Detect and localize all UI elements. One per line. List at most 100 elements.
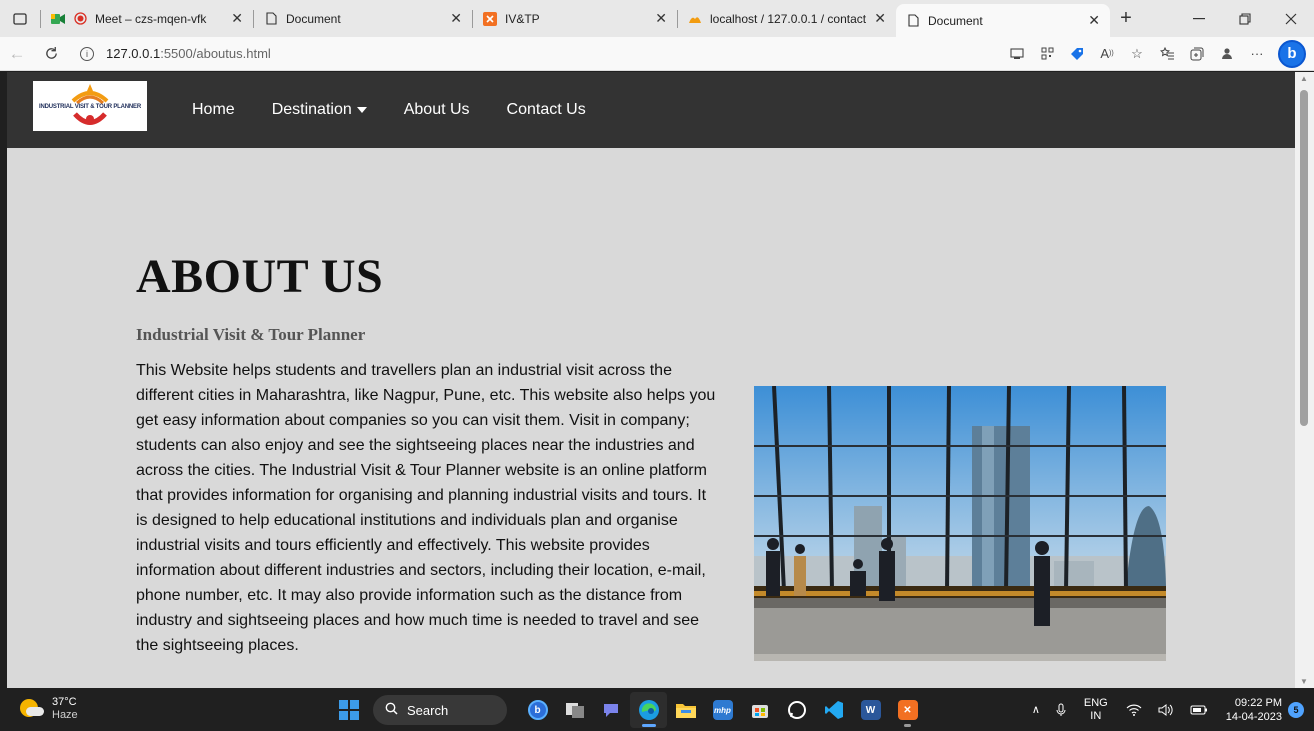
- tab-phpmyadmin[interactable]: localhost / 127.0.0.1 / contact ✕: [678, 0, 896, 37]
- task-view-icon: [565, 703, 584, 718]
- store-icon: [751, 705, 768, 718]
- bing-copilot-icon[interactable]: b: [1278, 39, 1306, 68]
- refresh-icon[interactable]: [34, 37, 68, 71]
- meet-icon: [51, 12, 65, 26]
- mobile-app-icon: mhp: [712, 700, 733, 720]
- file-explorer-app[interactable]: [667, 692, 704, 728]
- tab-document-1[interactable]: Document ✕: [254, 0, 472, 37]
- language-indicator[interactable]: ENG IN: [1084, 697, 1108, 723]
- add-favorite-icon[interactable]: ☆: [1122, 37, 1152, 71]
- tab-meet[interactable]: Meet – czs-mqen-vfk ✕: [41, 0, 253, 37]
- word-app[interactable]: W: [852, 692, 889, 728]
- nav-about-link[interactable]: About Us: [404, 101, 470, 119]
- search-label: Search: [407, 702, 449, 718]
- weather-haze-icon: [20, 699, 44, 719]
- collections-icon[interactable]: [1182, 37, 1212, 71]
- tab-document-active[interactable]: Document ✕: [896, 4, 1110, 37]
- running-indicator: [904, 724, 911, 727]
- phpmyadmin-icon: [688, 12, 702, 26]
- close-window-icon[interactable]: [1268, 0, 1314, 37]
- site-info-icon[interactable]: i: [80, 46, 94, 61]
- weather-widget[interactable]: 37°C Haze: [20, 696, 78, 722]
- recording-icon: [73, 12, 87, 26]
- edge-app[interactable]: [630, 692, 667, 728]
- nav-destination-dropdown[interactable]: Destination: [272, 101, 367, 119]
- about-subtitle: Industrial Visit & Tour Planner: [136, 325, 366, 344]
- profile-icon[interactable]: [1212, 37, 1242, 71]
- windows-taskbar: 37°C Haze Search b mhp W ✕ ∧ ENG IN 09:2…: [0, 688, 1314, 731]
- read-aloud-icon[interactable]: A)): [1092, 37, 1122, 71]
- weather-condition: Haze: [52, 709, 78, 721]
- address-bar-row: ← i 127.0.0.1:5500/aboutus.html A)) ☆ ··…: [0, 37, 1314, 71]
- about-description: This Website helps students and travelle…: [136, 362, 716, 654]
- microphone-icon[interactable]: [1056, 703, 1066, 717]
- nav-home-link[interactable]: Home: [192, 101, 235, 119]
- close-tab-icon[interactable]: ✕: [231, 10, 243, 27]
- battery-icon[interactable]: [1190, 705, 1208, 715]
- wifi-icon[interactable]: [1126, 704, 1142, 716]
- about-photo: [754, 386, 1166, 661]
- show-hidden-icons-icon[interactable]: ∧: [1032, 703, 1040, 716]
- volume-icon[interactable]: [1158, 703, 1174, 716]
- tab-actions-icon[interactable]: [0, 0, 40, 37]
- close-tab-icon[interactable]: ✕: [450, 10, 462, 27]
- nav-destination-label: Destination: [271, 101, 352, 118]
- page-viewport: INDUSTRIAL VISIT & TOUR PLANNER Home Des…: [7, 72, 1295, 688]
- back-icon[interactable]: ←: [0, 37, 34, 71]
- restore-icon[interactable]: [1222, 0, 1268, 37]
- scrollbar-thumb[interactable]: [1300, 90, 1308, 426]
- logo-text: INDUSTRIAL VISIT & TOUR PLANNER: [39, 104, 141, 110]
- store-app[interactable]: [741, 692, 778, 728]
- site-logo[interactable]: INDUSTRIAL VISIT & TOUR PLANNER: [33, 81, 147, 131]
- bing-icon: b: [527, 700, 548, 720]
- tab-ivtp[interactable]: IV&TP ✕: [473, 0, 677, 37]
- vscode-app[interactable]: [815, 692, 852, 728]
- office-skyline-image: [754, 386, 1166, 661]
- word-icon: W: [860, 700, 881, 720]
- task-view-app[interactable]: [556, 692, 593, 728]
- language-code: ENG: [1083, 696, 1108, 709]
- vscode-icon: [824, 701, 843, 719]
- search-icon: [385, 702, 398, 718]
- close-tab-icon[interactable]: ✕: [1088, 12, 1100, 29]
- scroll-up-icon[interactable]: ▲: [1299, 74, 1309, 83]
- start-button[interactable]: [330, 692, 367, 728]
- xampp-icon: [483, 11, 497, 26]
- whatsapp-app[interactable]: [778, 692, 815, 728]
- clock-time: 09:22 PM: [1234, 696, 1282, 709]
- region-code: IN: [1090, 709, 1102, 722]
- xampp-app[interactable]: ✕: [889, 692, 926, 728]
- vertical-scrollbar[interactable]: ▲ ▼: [1295, 72, 1314, 688]
- clock-date: 14-04-2023: [1225, 710, 1282, 723]
- close-tab-icon[interactable]: ✕: [655, 10, 667, 27]
- favorites-icon[interactable]: [1152, 37, 1182, 71]
- new-tab-button[interactable]: +: [1110, 0, 1142, 37]
- minimize-icon[interactable]: [1176, 0, 1222, 37]
- caret-down-icon: [356, 107, 367, 113]
- shopping-tag-icon[interactable]: [1062, 37, 1092, 71]
- weather-temperature: 37°C: [52, 696, 77, 708]
- taskbar-apps: Search b mhp W ✕: [330, 692, 926, 728]
- browser-tab-strip: Meet – czs-mqen-vfk ✕ Document ✕ IV&TP ✕…: [0, 0, 1314, 37]
- mobile-app[interactable]: mhp: [704, 692, 741, 728]
- page-icon: [906, 14, 920, 28]
- app-available-icon[interactable]: [1002, 37, 1032, 71]
- qr-code-icon[interactable]: [1032, 37, 1062, 71]
- more-options-icon[interactable]: ···: [1242, 37, 1272, 71]
- tab-title: Document: [928, 13, 983, 28]
- scroll-down-icon[interactable]: ▼: [1299, 677, 1309, 686]
- notification-badge[interactable]: 5: [1288, 701, 1304, 718]
- tab-title: Document: [286, 11, 341, 26]
- url-host: 127.0.0.1: [106, 46, 161, 61]
- teams-chat-app[interactable]: [593, 692, 630, 728]
- taskbar-search[interactable]: Search: [373, 695, 507, 725]
- close-tab-icon[interactable]: ✕: [874, 10, 886, 27]
- tab-title: Meet – czs-mqen-vfk: [95, 11, 207, 26]
- bing-chat-app[interactable]: b: [519, 692, 556, 728]
- edge-icon: [638, 700, 659, 720]
- nav-contact-link[interactable]: Contact Us: [507, 101, 586, 119]
- site-nav-links: Home Destination About Us Contact Us: [192, 72, 623, 148]
- system-clock[interactable]: 09:22 PM 14-04-2023: [1226, 696, 1282, 724]
- url-path: :5500/aboutus.html: [160, 46, 271, 61]
- url-field[interactable]: i 127.0.0.1:5500/aboutus.html: [68, 39, 1002, 68]
